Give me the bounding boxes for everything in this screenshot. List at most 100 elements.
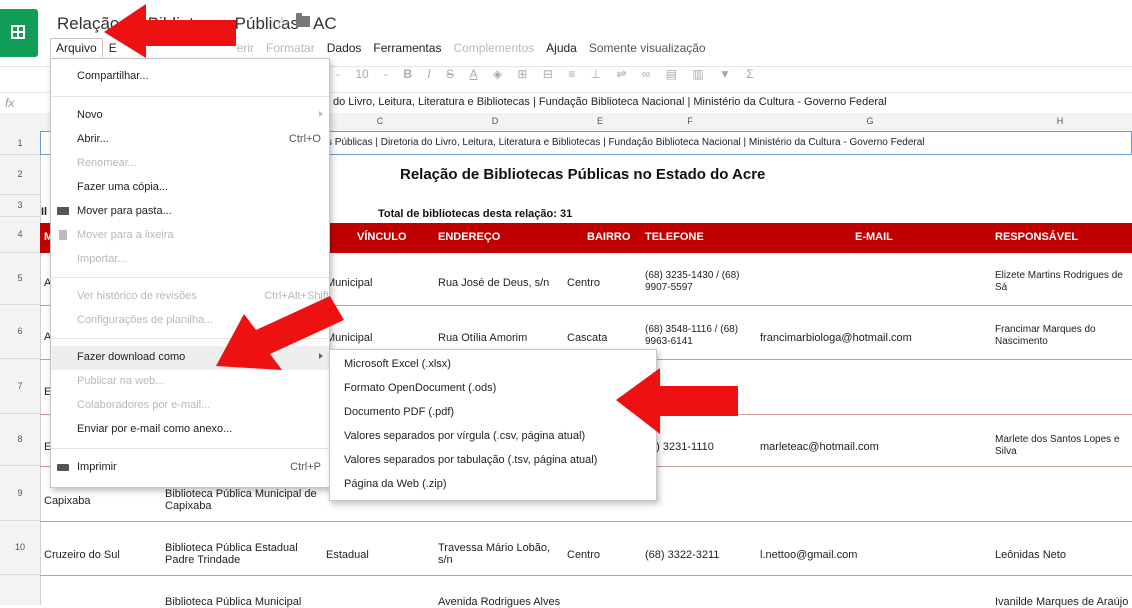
table-cell[interactable]: Ivanilde Marques de Araújo bbox=[995, 596, 1128, 608]
row-header[interactable]: 3 bbox=[0, 195, 40, 217]
table-header-cell[interactable]: ENDEREÇO bbox=[438, 231, 500, 243]
table-header-cell[interactable]: E-MAIL bbox=[855, 231, 893, 243]
font-size-select[interactable]: 10 bbox=[355, 67, 368, 81]
table-cell[interactable]: Municipal bbox=[326, 277, 372, 289]
row1-text[interactable]: s Públicas | Diretoria do Livro, Leitura… bbox=[327, 137, 925, 149]
table-cell[interactable]: Elizete Martins Rodrigues de Sá bbox=[995, 270, 1130, 294]
menu-item-open[interactable]: Abrir... Ctrl+O bbox=[51, 128, 329, 152]
menu-item-import[interactable]: Importar... bbox=[51, 248, 329, 272]
download-option-tsv[interactable]: Valores separados por tabulação (.tsv, p… bbox=[330, 449, 656, 473]
menu-item-email-attachment[interactable]: Enviar por e-mail como anexo... bbox=[51, 418, 329, 442]
text-color-icon[interactable]: A bbox=[469, 67, 477, 81]
table-cell[interactable]: Estadual bbox=[326, 549, 369, 561]
table-header-cell[interactable]: TELEFONE bbox=[645, 231, 704, 243]
table-cell[interactable]: Cascata bbox=[567, 332, 607, 344]
menu-item-make-copy[interactable]: Fazer uma cópia... bbox=[51, 176, 329, 200]
sheet-heading[interactable]: Relação de Bibliotecas Públicas no Estad… bbox=[400, 166, 765, 183]
menu-item-print[interactable]: Imprimir Ctrl+P bbox=[51, 456, 329, 480]
table-cell[interactable]: Biblioteca Pública Municipal de Capixaba bbox=[165, 488, 325, 512]
comment-icon[interactable]: ▤ bbox=[666, 67, 677, 81]
column-header[interactable]: C bbox=[330, 116, 430, 126]
table-cell[interactable]: l.nettoo@gmail.com bbox=[760, 549, 857, 561]
row3-partial[interactable]: Il bbox=[41, 206, 47, 218]
download-option-ods[interactable]: Formato OpenDocument (.ods) bbox=[330, 377, 656, 401]
column-header[interactable]: D bbox=[430, 116, 560, 126]
menu-item-share[interactable]: Compartilhar... bbox=[51, 65, 329, 89]
chart-icon[interactable]: ▥ bbox=[692, 67, 703, 81]
total-text[interactable]: Total de bibliotecas desta relação: 31 bbox=[378, 208, 572, 220]
menu-arquivo[interactable]: Arquivo bbox=[50, 38, 103, 57]
link-icon[interactable]: ∞ bbox=[642, 67, 651, 81]
download-option-csv[interactable]: Valores separados por vírgula (.csv, pág… bbox=[330, 425, 656, 449]
menu-item-email-collaborators[interactable]: Colaboradores por e-mail... bbox=[51, 394, 329, 418]
row-header[interactable]: 5 bbox=[0, 253, 40, 305]
folder-icon-menu bbox=[57, 207, 69, 215]
dropdown-icon[interactable]: - bbox=[336, 67, 340, 81]
functions-icon[interactable]: Σ bbox=[746, 67, 753, 81]
column-header[interactable]: G bbox=[750, 116, 990, 126]
menu-item-move-to-trash[interactable]: Mover para a lixeira bbox=[51, 224, 329, 248]
menu-ferramentas[interactable]: Ferramentas bbox=[367, 38, 447, 58]
strikethrough-icon[interactable]: S bbox=[446, 67, 454, 81]
table-cell[interactable]: (68) 3548-1116 / (68) 9963-6141 bbox=[645, 324, 755, 348]
row-divider bbox=[40, 521, 1132, 522]
italic-icon[interactable]: I bbox=[427, 67, 430, 81]
table-cell[interactable]: Francimar Marques do Nascimento bbox=[995, 324, 1125, 348]
dropdown-icon[interactable]: - bbox=[384, 67, 388, 81]
table-header-cell[interactable]: RESPONSÁVEL bbox=[995, 231, 1078, 243]
merge-icon[interactable]: ⊟ bbox=[543, 67, 553, 81]
table-cell[interactable]: Rua Otília Amorim bbox=[438, 332, 527, 344]
table-cell[interactable]: Leônidas Neto bbox=[995, 549, 1066, 561]
menu-item-move-to-folder[interactable]: Mover para pasta... bbox=[51, 200, 329, 224]
toolbar: - 10 - B I S A ◈ ⊞ ⊟ ≡ ⊥ ⇌ ∞ ▤ ▥ ▼ Σ bbox=[330, 67, 760, 93]
table-cell[interactable]: Centro bbox=[567, 549, 600, 561]
table-cell[interactable]: Travessa Mário Lobão, s/n bbox=[438, 542, 558, 566]
wrap-icon[interactable]: ⇌ bbox=[616, 67, 626, 81]
table-cell[interactable]: francimarbiologa@hotmail.com bbox=[760, 332, 912, 344]
menu-dados[interactable]: Dados bbox=[321, 38, 368, 58]
menu-item-new[interactable]: Novo bbox=[51, 104, 329, 128]
fill-color-icon[interactable]: ◈ bbox=[493, 67, 502, 81]
column-header[interactable]: H bbox=[990, 116, 1130, 126]
menu-item-rename[interactable]: Renomear... bbox=[51, 152, 329, 176]
table-cell[interactable]: Cruzeiro do Sul bbox=[44, 549, 120, 561]
menu-ajuda[interactable]: Ajuda bbox=[540, 38, 583, 58]
table-cell[interactable]: Capixaba bbox=[44, 495, 90, 507]
align-icon[interactable]: ≡ bbox=[568, 67, 575, 81]
row-header[interactable]: 7 bbox=[0, 359, 40, 414]
download-option-xlsx[interactable]: Microsoft Excel (.xlsx) bbox=[330, 353, 656, 377]
formula-value[interactable]: do Livro, Leitura, Literatura e Bibliote… bbox=[333, 96, 887, 108]
column-header[interactable]: E bbox=[565, 116, 635, 126]
row-header[interactable]: 8 bbox=[0, 414, 40, 466]
table-cell[interactable]: Centro bbox=[567, 277, 600, 289]
table-cell[interactable]: (68) 3235-1430 / (68) 9907-5597 bbox=[645, 270, 755, 294]
table-header-cell[interactable]: BAIRRO bbox=[587, 231, 630, 243]
table-cell[interactable]: Marlete dos Santos Lopes e Silva bbox=[995, 434, 1130, 458]
folder-icon[interactable] bbox=[296, 13, 310, 27]
table-cell[interactable]: Biblioteca Pública Municipal bbox=[165, 596, 301, 608]
row-header[interactable]: 9 bbox=[0, 466, 40, 521]
table-cell[interactable]: marleteac@hotmail.com bbox=[760, 441, 879, 453]
table-cell[interactable]: Avenida Rodrigues Alves bbox=[438, 596, 560, 608]
sheets-logo-icon[interactable] bbox=[0, 9, 38, 57]
filter-icon[interactable]: ▼ bbox=[719, 67, 731, 81]
borders-icon[interactable]: ⊞ bbox=[517, 67, 527, 81]
table-cell[interactable]: Biblioteca Pública Estadual Padre Trinda… bbox=[165, 542, 315, 566]
row-header[interactable]: 6 bbox=[0, 305, 40, 359]
row-header[interactable]: 1 bbox=[0, 131, 40, 155]
row-header[interactable]: 4 bbox=[0, 217, 40, 253]
row-header[interactable]: 2 bbox=[0, 155, 40, 195]
menu-complementos[interactable]: Complementos bbox=[447, 38, 540, 58]
bold-icon[interactable]: B bbox=[403, 67, 412, 81]
table-cell[interactable]: Rua José de Deus, s/n bbox=[438, 277, 549, 289]
row-header[interactable]: 10 bbox=[0, 521, 40, 575]
table-cell[interactable]: (68) 3322-3211 bbox=[645, 549, 719, 561]
menu-formatar[interactable]: Formatar bbox=[260, 38, 321, 58]
column-header[interactable]: F bbox=[640, 116, 740, 126]
printer-icon bbox=[57, 464, 69, 471]
star-icon[interactable]: ☆ bbox=[274, 13, 290, 34]
download-option-pdf[interactable]: Documento PDF (.pdf) bbox=[330, 401, 656, 425]
valign-icon[interactable]: ⊥ bbox=[591, 67, 601, 81]
table-header-cell[interactable]: VÍNCULO bbox=[357, 231, 407, 243]
download-option-zip[interactable]: Página da Web (.zip) bbox=[330, 473, 656, 497]
